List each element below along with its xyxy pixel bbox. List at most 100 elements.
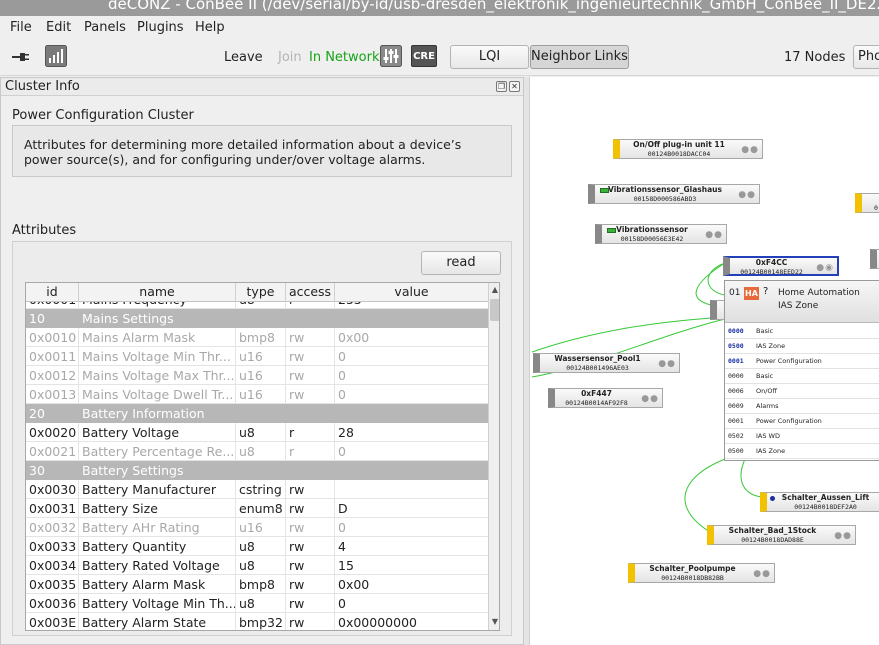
node-offscreen[interactable]: 0 xyxy=(855,193,879,213)
neighbor-links-button[interactable]: Neighbor Links xyxy=(530,45,629,69)
table-row[interactable]: 0x0035 Battery Alarm Mask bmp8 rw 0x00 xyxy=(26,575,488,594)
menu-plugins[interactable]: Plugins xyxy=(137,20,184,35)
node-on-off-plug[interactable]: On/Off plug-in unit 11 00124B0018DACC04 … xyxy=(613,139,763,159)
search-input[interactable]: Pho xyxy=(853,45,879,69)
node-0xf447[interactable]: 0xF447 00124B0014AF92F8 ●● xyxy=(548,388,663,408)
column-header-id[interactable]: id xyxy=(26,283,79,302)
cell-value[interactable]: 0 xyxy=(335,442,488,461)
cell-value[interactable]: 0 xyxy=(335,366,488,385)
cluster-item[interactable]: 0000 Basic xyxy=(725,369,879,384)
scroll-down-icon[interactable]: ▼ xyxy=(490,616,499,628)
attribute-group-row[interactable]: 20 Battery Information xyxy=(26,404,488,423)
table-row[interactable]: 0x0013 Mains Voltage Dwell Tr... u16 rw 0 xyxy=(26,385,488,404)
table-scrollbar[interactable]: ▲ ▼ xyxy=(488,283,499,630)
table-row[interactable]: 0x0001Mains Frequencyu8r255 xyxy=(26,302,488,309)
cluster-item[interactable]: 0000 Basic xyxy=(725,324,879,339)
cluster-item[interactable]: 0009 Alarms xyxy=(725,399,879,414)
node-graph[interactable]: On/Off plug-in unit 11 00124B0018DACC04 … xyxy=(529,77,879,645)
attribute-group-row[interactable]: 10 Mains Settings xyxy=(26,309,488,328)
cluster-item[interactable]: 0001 Power Configuration xyxy=(725,414,879,429)
table-row[interactable]: 0x0011 Mains Voltage Min Thr... u16 rw 0 xyxy=(26,347,488,366)
profile-badge: HA xyxy=(744,287,759,300)
cell-value[interactable]: 28 xyxy=(335,423,488,442)
menu-help[interactable]: Help xyxy=(195,20,225,35)
signal-strength-icon[interactable] xyxy=(45,45,67,67)
column-header-type[interactable]: type xyxy=(236,283,286,302)
cluster-id: 0001 xyxy=(728,357,744,365)
table-row[interactable]: 0x003E Battery Alarm State bmp32 rw 0x000000… xyxy=(26,613,488,630)
column-header-name[interactable]: name xyxy=(79,283,236,302)
cell-value[interactable]: 4 xyxy=(335,537,488,556)
lqi-button[interactable]: LQI xyxy=(450,45,529,69)
cell-name: Battery Size xyxy=(79,499,236,518)
cell-type: u16 xyxy=(236,366,286,385)
node-vibrationssensor-glashaus[interactable]: Vibrationssensor_Glashaus 00158D000586AB… xyxy=(588,184,760,204)
close-icon[interactable]: ✕ xyxy=(509,81,520,92)
menu-edit[interactable]: Edit xyxy=(46,20,71,35)
cell-id: 0x0010 xyxy=(26,328,79,347)
cell-name: Battery AHr Rating xyxy=(79,518,236,537)
cell-id: 0x0036 xyxy=(26,594,79,613)
cell-type: u8 xyxy=(236,442,286,461)
table-row[interactable]: 0x0012 Mains Voltage Max Thr... u16 rw 0 xyxy=(26,366,488,385)
node-schalter-poolpumpe[interactable]: Schalter_Poolpumpe 00124B0018DB82BB ●● xyxy=(628,563,775,583)
cell-value[interactable] xyxy=(335,480,488,499)
menu-file[interactable]: File xyxy=(10,20,32,35)
cell-value[interactable]: 15 xyxy=(335,556,488,575)
table-row[interactable]: 0x0020 Battery Voltage u8 r 28 xyxy=(26,423,488,442)
table-row[interactable]: 0x0010 Mains Alarm Mask bmp8 rw 0x00 xyxy=(26,328,488,347)
join-button[interactable]: Join xyxy=(278,50,302,65)
endpoint-device: IAS Zone xyxy=(778,301,819,311)
table-row[interactable]: 0x0033 Battery Quantity u8 rw 4 xyxy=(26,537,488,556)
menu-panels[interactable]: Panels xyxy=(84,20,126,35)
cluster-item[interactable]: 0500 IAS Zone xyxy=(725,339,879,354)
port-dots-icon: ●● xyxy=(753,569,771,579)
cluster-id: 0001 xyxy=(728,417,744,425)
cell-id: 0x0001 xyxy=(26,302,79,309)
cell-value[interactable]: 0 xyxy=(335,347,488,366)
cell-value[interactable]: 255 xyxy=(335,302,488,309)
table-row[interactable]: 0x0032 Battery AHr Rating u16 rw 0 xyxy=(26,518,488,537)
cluster-item[interactable]: 0502 IAS WD xyxy=(725,429,879,444)
cell-access: rw xyxy=(286,328,335,347)
node-schalter-bad-1stock[interactable]: Schalter_Bad_1Stock 00124B0018DAD88E ●● xyxy=(707,525,856,545)
cell-value[interactable]: 0 xyxy=(335,385,488,404)
cell-value[interactable]: 0 xyxy=(335,594,488,613)
cell-value[interactable]: 0x00000000 xyxy=(335,613,488,630)
cre-button[interactable]: CRE xyxy=(411,45,437,67)
cluster-label: Alarms xyxy=(756,402,779,410)
cell-id: 0x0035 xyxy=(26,575,79,594)
cluster-label: IAS Zone xyxy=(756,447,786,455)
node-0xf4cc[interactable]: 0xF4CC 00124B00148EED22 ●◉ xyxy=(723,256,839,276)
leave-button[interactable]: Leave xyxy=(224,50,263,65)
cluster-name: Power Configuration Cluster xyxy=(12,108,194,123)
column-header-value[interactable]: value xyxy=(335,283,488,302)
column-header-access[interactable]: access xyxy=(286,283,335,302)
node-wassersensor-pool1[interactable]: Wassersensor_Pool1 00124B001496AE03 ●● xyxy=(533,353,680,373)
toolbar: Leave Join In Network CRE LQI Neighbor L… xyxy=(0,40,879,76)
cluster-item[interactable]: 0500 IAS Zone xyxy=(725,444,879,459)
cell-value[interactable]: 0 xyxy=(335,518,488,537)
table-row[interactable]: 0x0021 Battery Percentage Re... u8 r 0 xyxy=(26,442,488,461)
cell-value[interactable]: D xyxy=(335,499,488,518)
cell-value[interactable]: 0x00 xyxy=(335,328,488,347)
table-row[interactable]: 0x0031 Battery Size enum8 rw D xyxy=(26,499,488,518)
cluster-item[interactable]: 0001 Power Configuration xyxy=(725,354,879,369)
scroll-up-icon[interactable]: ▲ xyxy=(490,284,499,296)
float-icon[interactable]: ❐ xyxy=(496,81,507,92)
scroll-thumb[interactable] xyxy=(490,299,499,321)
cluster-item[interactable]: 0006 On/Off xyxy=(725,384,879,399)
endpoint-panel[interactable]: 01 HA ? Home Automation IAS Zone 0000 Bas… xyxy=(724,280,879,461)
port-dots-icon: ●● xyxy=(658,359,676,369)
node-vibrationssensor[interactable]: Vibrationssensor 00158D00056E3E42 ●● xyxy=(595,224,727,244)
table-row[interactable]: 0x0034 Battery Rated Voltage u8 rw 15 xyxy=(26,556,488,575)
attribute-group-row[interactable]: 30 Battery Settings xyxy=(26,461,488,480)
node-offscreen-2[interactable] xyxy=(870,249,879,269)
node-schalter-aussen-lift[interactable]: Schalter_Aussen_Lift 00124B0018DEF2A0 xyxy=(760,492,879,512)
read-button[interactable]: read xyxy=(421,251,501,275)
sliders-icon[interactable] xyxy=(380,45,402,67)
plug-icon[interactable] xyxy=(10,50,34,64)
table-row[interactable]: 0x0030 Battery Manufacturer cstring rw xyxy=(26,480,488,499)
cell-value[interactable]: 0x00 xyxy=(335,575,488,594)
table-row[interactable]: 0x0036 Battery Voltage Min Th... u8 rw 0 xyxy=(26,594,488,613)
